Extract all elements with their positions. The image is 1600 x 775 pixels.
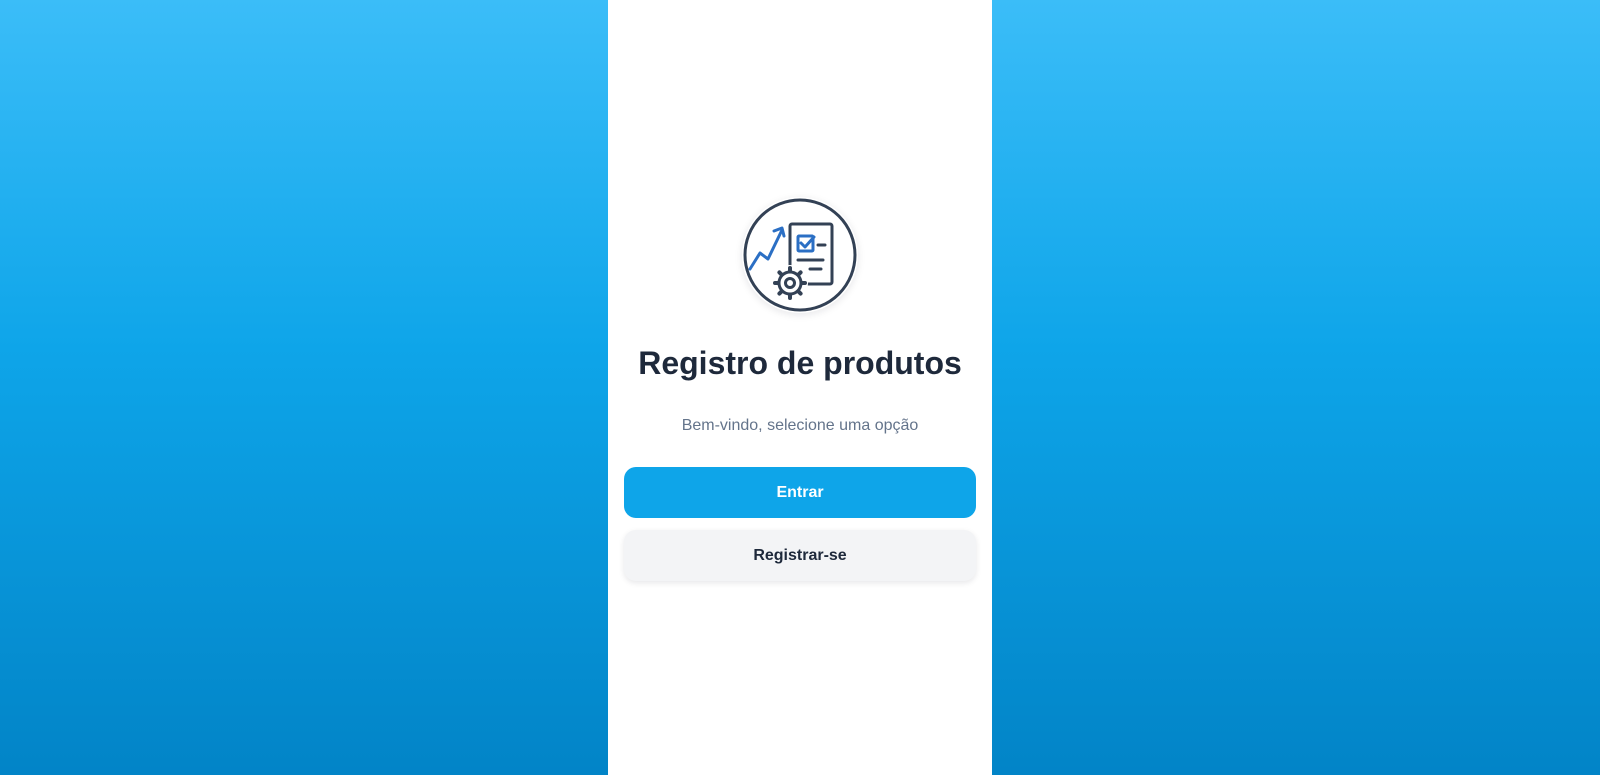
page-background: Registro de produtos Bem-vindo, selecion…: [0, 0, 1600, 775]
app-logo: [742, 197, 858, 313]
product-registry-icon: [743, 198, 857, 312]
page-title: Registro de produtos: [638, 345, 962, 381]
welcome-panel: Registro de produtos Bem-vindo, selecion…: [608, 0, 992, 775]
register-button[interactable]: Registrar-se: [624, 530, 976, 581]
login-button[interactable]: Entrar: [624, 467, 976, 518]
welcome-subtitle: Bem-vindo, selecione uma opção: [681, 417, 919, 434]
